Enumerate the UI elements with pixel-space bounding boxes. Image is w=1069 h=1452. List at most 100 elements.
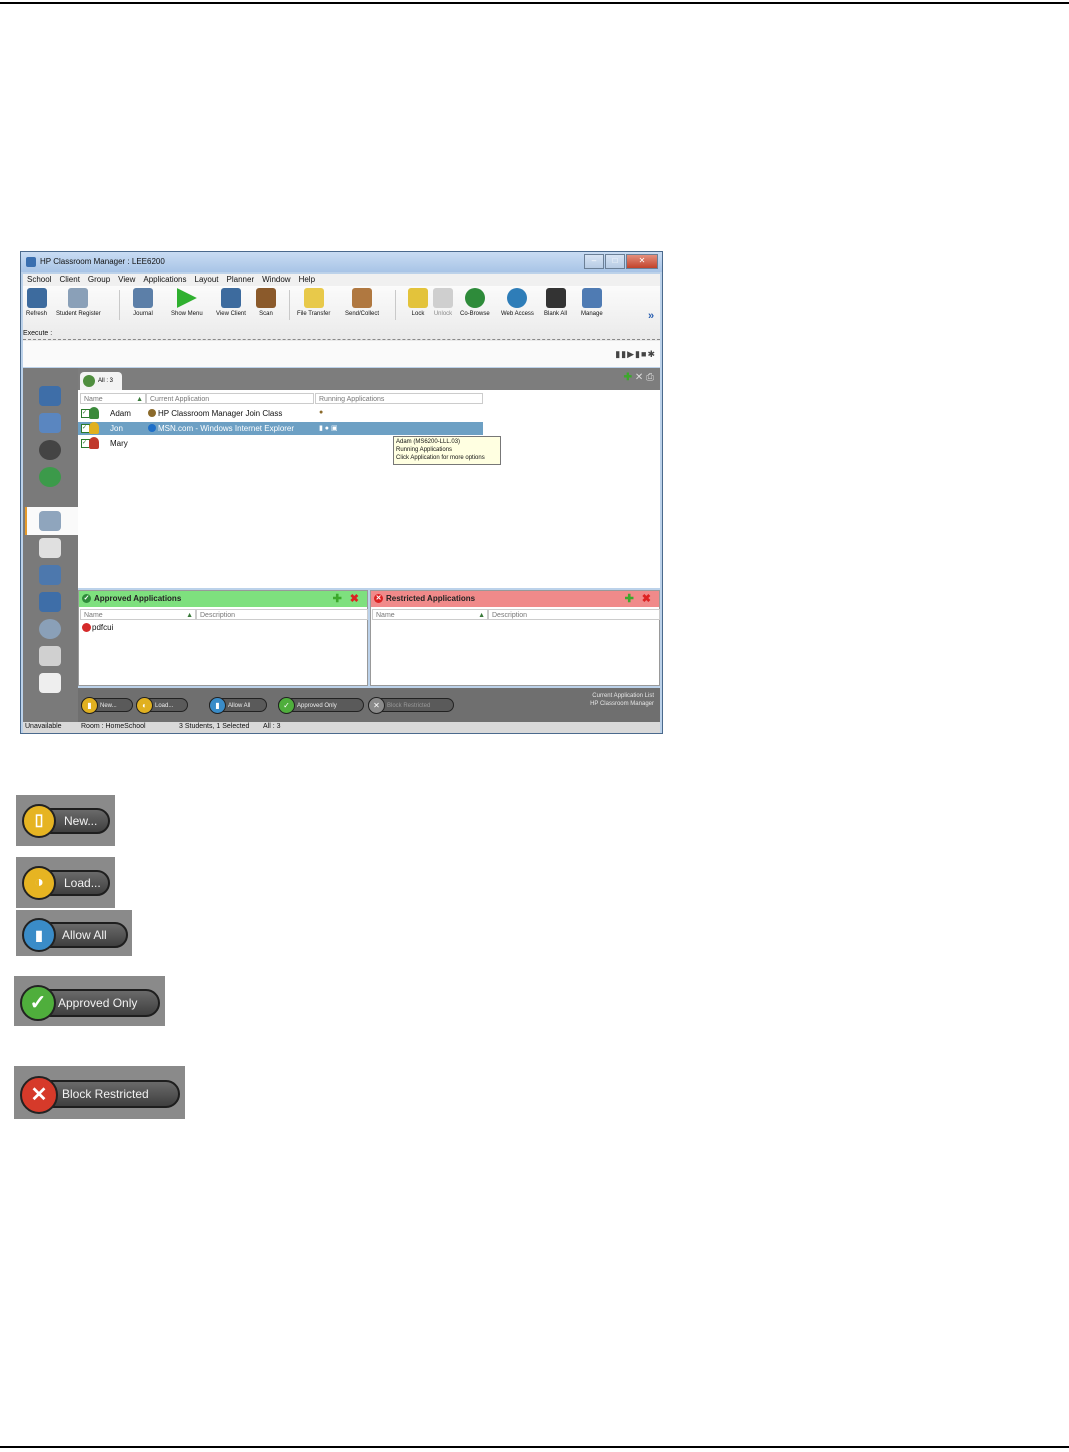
- group-icon: [83, 375, 95, 387]
- load-icon: ◐: [136, 697, 153, 714]
- disk-view-icon[interactable]: [39, 619, 61, 639]
- pdf-icon: [82, 623, 91, 633]
- menu-group[interactable]: Group: [84, 274, 114, 286]
- column-header-description[interactable]: Description: [488, 609, 660, 620]
- new-document-icon: ▯: [22, 804, 56, 838]
- menu-help[interactable]: Help: [295, 274, 319, 286]
- menu-client[interactable]: Client: [55, 274, 83, 286]
- print-icon[interactable]: ⎙: [646, 372, 654, 383]
- unlock-icon: [433, 288, 453, 308]
- check-icon: ✓: [278, 697, 295, 714]
- student-avatar-icon: [89, 407, 99, 419]
- view-client-button[interactable]: View Client: [216, 288, 246, 317]
- unlock-button[interactable]: Unlock: [433, 288, 453, 317]
- delete-approved-icon[interactable]: ✖: [350, 593, 359, 605]
- send-collect-icon: [352, 288, 373, 308]
- playback-controls-icon[interactable]: ▮▮▶▮■✱: [615, 349, 656, 360]
- add-restricted-icon[interactable]: ✚: [625, 593, 634, 605]
- toolbar-separator: [395, 290, 396, 320]
- block-restricted-button[interactable]: ✕ Block Restricted: [368, 697, 454, 714]
- printer-view-icon[interactable]: [39, 565, 61, 585]
- load-button[interactable]: ◐ Load...: [136, 697, 188, 714]
- lock-icon: [408, 288, 428, 308]
- scan-button[interactable]: Scan: [256, 288, 276, 317]
- column-header-description[interactable]: Description: [196, 609, 368, 620]
- file-transfer-icon: [303, 288, 324, 308]
- check-icon: ✓: [82, 594, 91, 604]
- co-browse-button[interactable]: Co-Browse: [460, 288, 490, 317]
- menu-planner[interactable]: Planner: [223, 274, 259, 286]
- restricted-applications-header: ✕ Restricted Applications ✚ ✖: [371, 591, 659, 607]
- door-view-icon[interactable]: [39, 673, 61, 693]
- table-row[interactable]: ✓ Jon MSN.com - Windows Internet Explore…: [78, 422, 483, 435]
- divider: [23, 339, 660, 340]
- menu-layout[interactable]: Layout: [191, 274, 223, 286]
- headset-view-icon[interactable]: [39, 440, 61, 460]
- clipboard-view-icon[interactable]: [39, 538, 61, 558]
- close-icon: ✕: [20, 1076, 58, 1114]
- column-header-name[interactable]: Name ▲: [80, 609, 196, 620]
- menu-window[interactable]: Window: [258, 274, 294, 286]
- manage-button[interactable]: Manage: [581, 288, 603, 317]
- maximize-button[interactable]: □: [605, 254, 625, 269]
- applications-view-icon[interactable]: [39, 511, 61, 531]
- refresh-button[interactable]: Refresh: [26, 288, 47, 317]
- allow-all-button[interactable]: ▮ Allow All: [209, 697, 267, 714]
- approved-applications-header: ✓ Approved Applications ✚ ✖: [79, 591, 367, 607]
- toolbar-overflow-button[interactable]: »: [648, 310, 654, 322]
- app-icon: [26, 257, 36, 267]
- block-icon: ✕: [374, 594, 383, 604]
- column-header-running-applications[interactable]: Running Applications: [315, 393, 483, 404]
- blank-all-button[interactable]: Blank All: [544, 288, 567, 317]
- toolbar: Refresh Student Register Journal Show Me…: [23, 286, 660, 346]
- student-register-icon: [68, 288, 89, 308]
- menu-bar: School Client Group View Applications La…: [23, 274, 660, 286]
- column-header-name[interactable]: Name ▲: [80, 393, 146, 404]
- add-approved-icon[interactable]: ✚: [333, 593, 342, 605]
- student-avatar-icon: [89, 422, 99, 434]
- send-collect-button[interactable]: Send/Collect: [345, 288, 379, 317]
- show-menu-button[interactable]: Show Menu: [171, 288, 203, 317]
- running-apps-icons[interactable]: ▮ ● ▣: [319, 424, 338, 432]
- column-header-current-application[interactable]: Current Application: [146, 393, 314, 404]
- web-access-icon: [507, 288, 528, 308]
- new-button[interactable]: ▮ New...: [81, 697, 133, 714]
- column-header-name[interactable]: Name ▲: [372, 609, 488, 620]
- allow-all-icon: ▮: [22, 918, 56, 952]
- approved-only-button[interactable]: ✓ Approved Only: [278, 697, 364, 714]
- web-access-button[interactable]: Web Access: [501, 288, 534, 317]
- minimize-button[interactable]: –: [584, 254, 604, 269]
- classroom-view-icon[interactable]: [39, 386, 61, 406]
- header-actions: ✚ ✕ ⎙: [624, 372, 654, 383]
- close-button[interactable]: ✕: [626, 254, 658, 269]
- list-item[interactable]: pdfcui: [79, 623, 367, 633]
- restricted-applications-panel: ✕ Restricted Applications ✚ ✖ Name ▲ Descri…: [370, 590, 660, 686]
- menu-school[interactable]: School: [23, 274, 55, 286]
- add-icon[interactable]: ✚: [624, 372, 632, 383]
- globe-icon: [464, 288, 485, 308]
- web-view-icon[interactable]: [39, 467, 61, 487]
- table-row[interactable]: ✓ Adam HP Classroom Manager Join Class ●: [78, 407, 483, 420]
- remove-icon[interactable]: ✕: [635, 372, 643, 383]
- load-icon: ◑: [22, 866, 56, 900]
- menu-applications[interactable]: Applications: [139, 274, 190, 286]
- menu-view[interactable]: View: [114, 274, 139, 286]
- tab-all[interactable]: All : 3: [80, 372, 122, 390]
- status-all: All : 3: [263, 723, 281, 730]
- lock-button[interactable]: Lock: [408, 288, 428, 317]
- users-view-icon[interactable]: [39, 592, 61, 612]
- large-allow-all-button-image: ▮ Allow All: [16, 910, 132, 956]
- running-app-icon[interactable]: ●: [319, 409, 323, 416]
- delete-restricted-icon[interactable]: ✖: [642, 593, 651, 605]
- check-icon: ✓: [20, 985, 56, 1021]
- status-room: Room : HomeSchool: [81, 723, 146, 730]
- device-view-icon[interactable]: [39, 646, 61, 666]
- file-transfer-button[interactable]: File Transfer: [297, 288, 330, 317]
- client-list-header: All : 3 ✚ ✕ ⎙: [78, 368, 660, 390]
- large-approved-only-button: ✓ Approved Only: [20, 985, 160, 1021]
- journal-button[interactable]: Journal: [133, 288, 153, 317]
- new-document-icon: ▮: [81, 697, 98, 714]
- student-register-button[interactable]: Student Register: [56, 288, 101, 317]
- monitor-view-icon[interactable]: [39, 413, 61, 433]
- subtoolbar: ▮▮▶▮■✱: [23, 341, 660, 367]
